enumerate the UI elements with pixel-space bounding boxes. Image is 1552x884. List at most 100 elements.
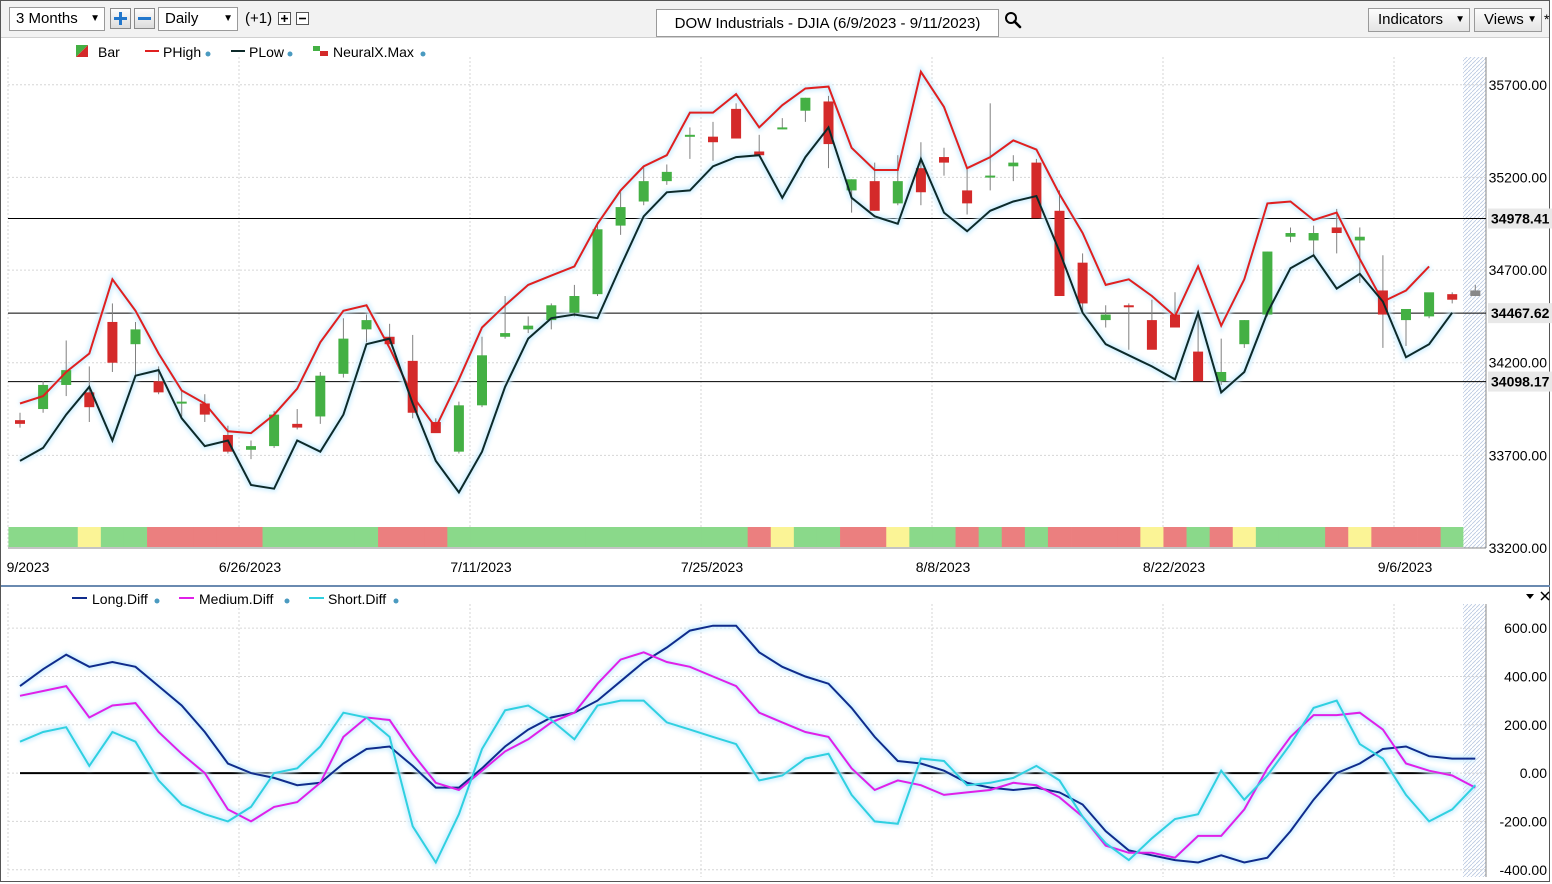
candle-body [1123,305,1134,308]
signal-band-cell [770,527,795,547]
medium-diff-line [19,651,1476,859]
candle-body [1239,320,1250,345]
signal-band-cell [1094,527,1118,547]
pane-collapse-icon [1526,594,1534,599]
osc-y-tick-label: 0.00 [1520,765,1547,781]
signal-band-cell [886,527,910,547]
candle-body [500,333,511,337]
oscillator-pane: 600.00 400.00 200.00 0.00 -200.00 -400.00 Long… [7,591,1550,878]
signal-band-cell [516,527,541,547]
legend-label: Long.Diff [92,591,148,607]
candle-body [962,190,973,204]
candle-body [615,207,626,226]
legend-settings-dot [284,598,290,604]
signal-band-cell [331,527,356,547]
candle-body [661,171,672,182]
signal-band-cell [378,527,402,547]
candle-body [592,229,603,295]
legend-neuralx-swatch [320,51,328,56]
signal-band-cell [470,527,494,547]
signal-band-cell [793,527,818,547]
candle-body [731,108,742,139]
candle-body [176,401,187,404]
legend-settings-dot [287,51,293,57]
candle-body [1331,227,1342,234]
signal-band-cell [493,527,518,547]
signal-band-cell [1186,527,1211,547]
candle-body [361,320,372,330]
candle-body [684,134,695,137]
candle-body [892,181,903,204]
signal-band-cell [1417,527,1442,547]
candle-body [1308,233,1319,241]
signal-band-cell [1394,527,1418,547]
x-tick-label: 6/26/2023 [219,559,281,575]
signal-band-cell [609,527,633,547]
signal-band-cell [1348,527,1372,547]
signal-band-cell [447,527,471,547]
x-tick-label: 9/6/2023 [1378,559,1433,575]
signal-band-cell [123,527,148,547]
signal-band-cell [77,527,102,547]
candle-body [1354,236,1365,241]
current-bar-highlight [1463,604,1486,877]
signal-band-cell [1117,527,1141,547]
signal-band-cell [1302,527,1326,547]
signal-band-cell [170,527,194,547]
signal-band-cell [816,527,841,547]
signal-band-cell [1024,527,1049,547]
candle-body [800,97,811,111]
candle-body [1285,233,1296,237]
price-legend: Bar PHigh PLow NeuralX.Max [76,44,426,60]
candle-body [915,168,926,193]
signal-band-cell [8,527,32,547]
candle-body [777,127,788,130]
price-y-tick-label: 35200.00 [1489,169,1548,185]
legend-label: NeuralX.Max [333,44,414,60]
signal-band-cell [932,527,956,547]
candle-body [939,157,949,163]
signal-band-cell [1232,527,1257,547]
legend-settings-dot [420,51,426,57]
candle-body [985,175,996,178]
legend-label: Short.Diff [328,591,386,607]
candle-body [107,321,118,363]
candle-body [708,136,718,143]
signal-band-cell [1440,527,1464,547]
signal-band-cell [100,527,125,547]
signal-band-cell [632,527,656,547]
candle-body [130,329,141,345]
signal-band-cell [239,527,263,547]
price-pane: 35700.00 35200.00 34700.00 34200.00 33700.00… [1,44,1552,587]
candle-body [1193,351,1204,382]
signal-band-cell [701,527,725,547]
x-tick-label: 7/11/2023 [450,559,511,575]
signal-band-cell [1371,527,1395,547]
x-tick-label: 8/8/2023 [916,559,971,575]
signal-band-cell [1278,527,1303,547]
signal-band-cell [54,527,79,547]
legend-settings-dot [154,598,160,604]
signal-band-cell [655,527,679,547]
osc-y-tick-label: -400.00 [1500,862,1548,878]
signal-band-cell [724,527,749,547]
osc-y-tick-label: -200.00 [1500,813,1548,829]
signal-band-cell [31,527,56,547]
osc-y-tick-label: 600.00 [1504,620,1547,636]
legend-label: PLow [249,44,285,60]
candle-body [869,181,880,211]
chart-canvas[interactable]: 35700.00 35200.00 34700.00 34200.00 33700.00… [0,0,1552,884]
legend-neuralx-swatch [313,46,320,51]
signal-band-cell [840,527,864,547]
medium-diff-line-glow [19,649,1477,861]
signal-band-cell [285,527,310,547]
reference-line-label: 34467.62 [1491,305,1550,321]
candle-body [523,325,534,330]
current-bar-highlight [1463,57,1486,548]
x-tick-label: 9/2023 [7,559,50,575]
signal-band-cell [978,527,1003,547]
signal-band-cell [1140,527,1164,547]
x-tick-label: 8/22/2023 [1143,559,1205,575]
candle-body [1470,290,1481,297]
plow-line-glow [18,121,1455,498]
